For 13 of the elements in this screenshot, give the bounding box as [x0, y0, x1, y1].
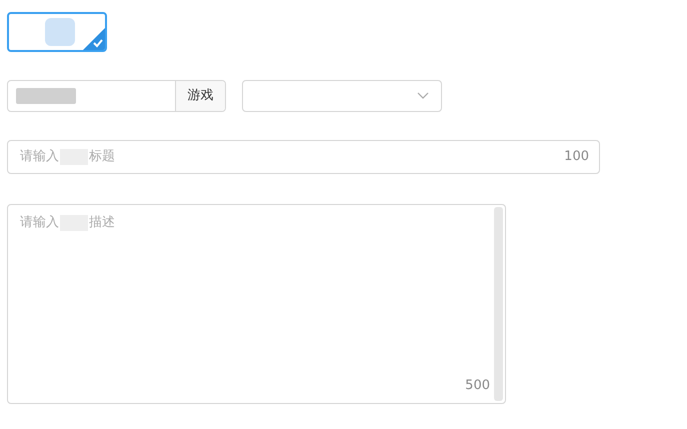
category-input[interactable]: 游戏	[7, 80, 226, 112]
description-field[interactable]: 请输入 描述 500	[7, 204, 506, 404]
chevron-down-icon	[417, 92, 429, 100]
blurred-image	[45, 18, 75, 46]
input-addon: 游戏	[175, 81, 225, 111]
char-counter: 100	[564, 148, 589, 166]
placeholder-text: 请输入 描述	[20, 214, 116, 232]
placeholder-text: 请输入 标题	[20, 148, 115, 167]
check-icon	[83, 28, 105, 50]
char-counter: 500	[465, 376, 490, 394]
title-field[interactable]: 请输入 标题 100	[7, 140, 600, 174]
cover-image-card[interactable]	[7, 12, 107, 52]
blurred-text	[16, 88, 76, 104]
